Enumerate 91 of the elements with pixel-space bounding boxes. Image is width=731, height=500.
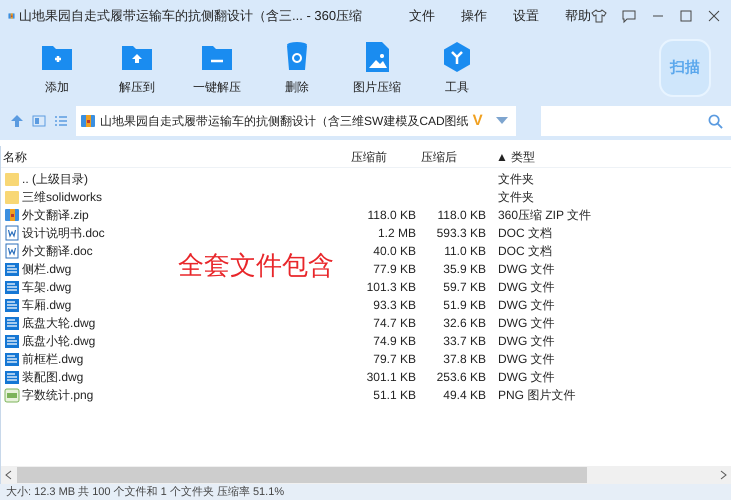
overlay-caption: 全套文件包含: [178, 249, 334, 282]
file-type: DOC 文档: [498, 243, 552, 260]
message-icon[interactable]: [621, 8, 637, 24]
toolbar-button[interactable]: 删除: [264, 40, 330, 96]
folder-icon: [4, 189, 20, 205]
file-type: DWG 文件: [498, 315, 555, 332]
original-size: 101.3 KB: [366, 280, 416, 294]
file-name[interactable]: 前框栏.dwg: [22, 350, 84, 368]
menu-item[interactable]: 帮助: [565, 6, 591, 26]
toolbar-button[interactable]: 添加: [24, 40, 90, 96]
original-size: 74.7 KB: [373, 316, 416, 330]
search-field[interactable]: [541, 106, 731, 136]
file-type: PNG 图片文件: [498, 387, 576, 404]
drawing-file-icon: [4, 297, 20, 313]
file-name[interactable]: 侧栏.dwg: [22, 260, 72, 278]
vip-mark-text: V: [472, 110, 483, 131]
toolbar-button[interactable]: 工具: [424, 40, 490, 96]
compressed-size: 118.0 KB: [438, 208, 486, 222]
file-type: DWG 文件: [498, 351, 555, 368]
original-size: 301.1 KB: [366, 370, 416, 384]
compressed-size: 51.9 KB: [443, 298, 486, 312]
original-size: 118.0 KB: [368, 208, 416, 222]
menu-item[interactable]: 设置: [513, 6, 539, 26]
file-type: 360压缩 ZIP 文件: [498, 207, 592, 224]
original-size: 74.9 KB: [373, 334, 416, 348]
original-size: 79.7 KB: [373, 352, 416, 366]
file-type: DWG 文件: [498, 333, 555, 350]
status-text: 大小: 12.3 MB 共 100 个文件和 1 个文件夹 压缩率 51.1%: [6, 484, 284, 500]
archive-icon: [80, 113, 96, 129]
file-name[interactable]: 外文翻译.zip: [22, 206, 89, 224]
column-header[interactable]: ▲ 类型: [494, 148, 694, 166]
word-document-icon: [4, 243, 20, 259]
toolbar-button[interactable]: 图片压缩: [344, 40, 410, 96]
file-name[interactable]: 三维solidworks: [22, 188, 102, 206]
drawing-file-icon: [4, 279, 20, 295]
original-size: 77.9 KB: [373, 262, 416, 276]
image-file-icon: [4, 387, 20, 403]
original-size: 51.1 KB: [373, 388, 416, 402]
scrollbar-thumb[interactable]: [17, 467, 587, 483]
file-type: DWG 文件: [498, 261, 555, 278]
file-type: 文件夹: [498, 171, 534, 188]
file-name[interactable]: 外文翻译.doc: [22, 242, 93, 260]
column-header[interactable]: 压缩前: [351, 148, 421, 166]
original-size: 1.2 MB: [378, 226, 416, 240]
window-title: 山地果园自走式履带运输车的抗侧翻设计（含三... - 360压缩: [19, 7, 364, 26]
file-name[interactable]: 底盘大轮.dwg: [22, 314, 96, 332]
archive-icon: [4, 207, 20, 223]
drawing-file-icon: [4, 351, 20, 367]
compressed-size: 37.8 KB: [443, 352, 486, 366]
file-type: 文件夹: [498, 189, 534, 206]
word-document-icon: [4, 225, 20, 241]
menu-item[interactable]: 文件: [409, 6, 435, 26]
original-size: 93.3 KB: [373, 298, 416, 312]
compressed-size: 49.4 KB: [443, 388, 486, 402]
original-size: 40.0 KB: [373, 244, 416, 258]
drawing-file-icon: [4, 369, 20, 385]
compressed-size: 11.0 KB: [444, 244, 486, 258]
menu-item[interactable]: 操作: [461, 6, 487, 26]
address-field[interactable]: 山地果园自走式履带运输车的抗侧翻设计（含三维SW建模及CAD图纸 V: [76, 106, 516, 136]
shirt-icon[interactable]: [591, 8, 607, 24]
compressed-size: 33.7 KB: [443, 334, 486, 348]
thumbnail-view-icon[interactable]: [32, 114, 46, 128]
drawing-file-icon: [4, 315, 20, 331]
close-icon[interactable]: [707, 9, 721, 23]
file-type: DOC 文档: [498, 225, 552, 242]
maximize-icon[interactable]: [679, 9, 693, 23]
search-icon[interactable]: [708, 114, 723, 128]
column-header[interactable]: 压缩后: [421, 148, 494, 166]
compressed-size: 593.3 KB: [436, 226, 486, 240]
folder-icon: [4, 171, 20, 187]
compressed-size: 32.6 KB: [443, 316, 486, 330]
drawing-file-icon: [4, 261, 20, 277]
compressed-size: 253.6 KB: [436, 370, 486, 384]
dropdown-caret-icon[interactable]: [496, 117, 508, 125]
file-name[interactable]: 车架.dwg: [22, 278, 72, 296]
file-name[interactable]: 字数统计.png: [22, 386, 94, 404]
file-type: DWG 文件: [498, 279, 555, 296]
file-name[interactable]: .. (上级目录): [22, 170, 88, 188]
toolbar-button[interactable]: 解压到: [104, 40, 170, 96]
compressed-size: 59.7 KB: [443, 280, 486, 294]
file-name[interactable]: 装配图.dwg: [22, 368, 84, 386]
toolbar-button[interactable]: 一键解压: [184, 40, 250, 96]
file-name[interactable]: 设计说明书.doc: [22, 224, 105, 242]
address-path: 山地果园自走式履带运输车的抗侧翻设计（含三维SW建模及CAD图纸: [100, 113, 469, 130]
column-header[interactable]: 名称: [1, 148, 351, 166]
drawing-file-icon: [4, 333, 20, 349]
file-name[interactable]: 车厢.dwg: [22, 296, 72, 314]
file-type: DWG 文件: [498, 369, 555, 386]
compressed-size: 35.9 KB: [443, 262, 486, 276]
file-name[interactable]: 底盘小轮.dwg: [22, 332, 96, 350]
file-type: DWG 文件: [498, 297, 555, 314]
